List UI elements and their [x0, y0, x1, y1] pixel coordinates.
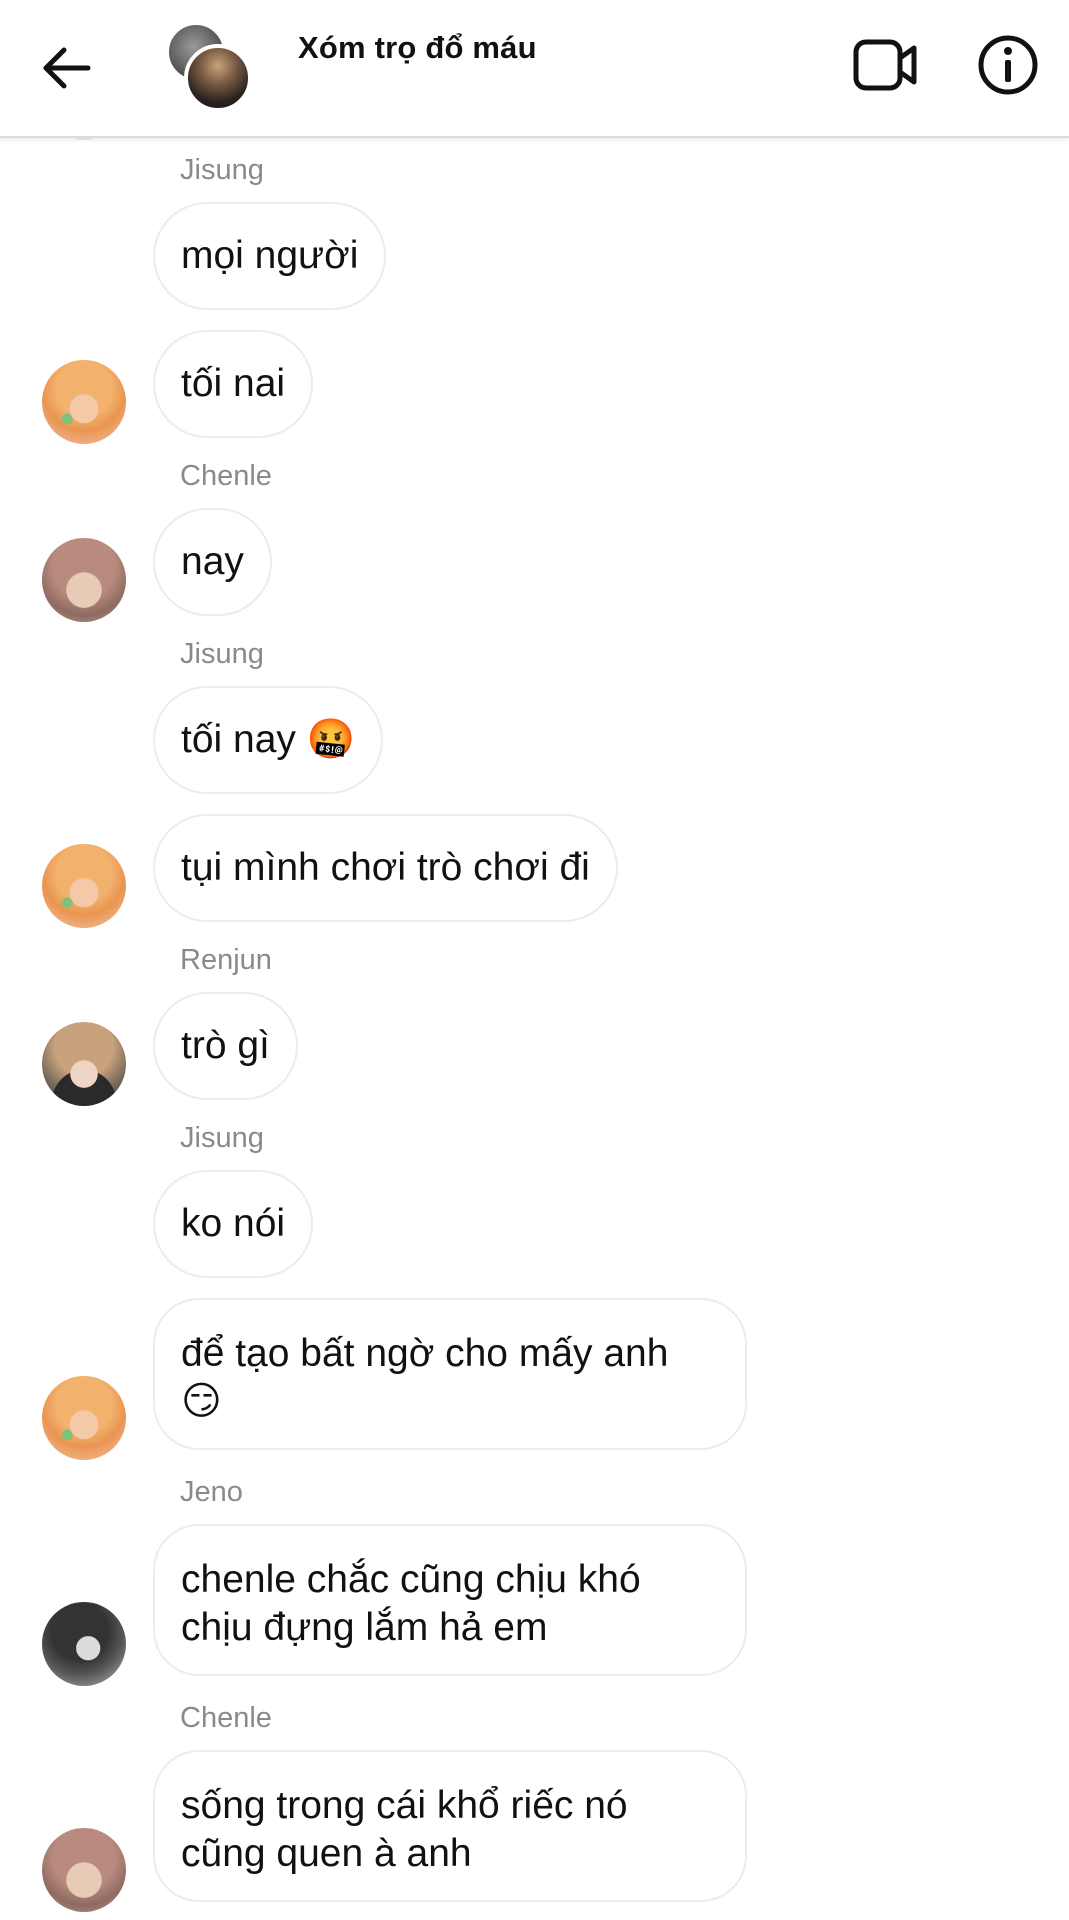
group-avatar-front [184, 44, 252, 112]
chat-header: Xóm trọ đổ máu [0, 0, 1069, 138]
group-avatar[interactable] [166, 22, 256, 112]
message-bubble[interactable]: trò gì [153, 992, 298, 1100]
message-bubble[interactable]: sống trong cái khổ riếc nó cũng quen à a… [153, 1750, 747, 1902]
message-text: tối nai [181, 362, 286, 405]
sender-name: Jeno [180, 1476, 243, 1508]
avatar-chenle[interactable] [42, 1828, 126, 1912]
sender-name: Renjun [180, 944, 272, 976]
avatar-jisung[interactable] [42, 844, 126, 928]
sender-name: Jisung [180, 638, 264, 670]
message-bubble[interactable]: tụi mình chơi trò chơi đi [153, 814, 618, 922]
sender-name: Chenle [180, 1702, 272, 1734]
message-bubble[interactable]: để tạo bất ngờ cho mấy anh 😏 [153, 1298, 747, 1450]
chat-title[interactable]: Xóm trọ đổ máu [298, 30, 537, 66]
avatar-chenle[interactable] [42, 538, 126, 622]
message-text: nay [181, 540, 244, 583]
message-text: ko nói [181, 1202, 286, 1245]
message-text: tụi mình chơi trò chơi đi [181, 846, 590, 889]
sender-name: Jisung [180, 154, 264, 186]
video-call-button[interactable] [852, 36, 920, 94]
message-text: trò gì [181, 1024, 270, 1067]
message-bubble[interactable]: chenle chắc cũng chịu khó chịu đựng lắm … [153, 1524, 747, 1676]
video-camera-icon [853, 39, 917, 91]
avatar-jeno[interactable] [42, 1602, 126, 1686]
message-text: sống trong cái khổ riếc nó cũng quen à a… [181, 1784, 628, 1875]
back-button[interactable] [36, 38, 96, 98]
message-bubble[interactable]: tối nay 🤬 [153, 686, 384, 794]
sender-name: Jisung [180, 1122, 264, 1154]
sender-name: Chenle [180, 460, 272, 492]
message-text: chenle chắc cũng chịu khó chịu đựng lắm … [181, 1558, 641, 1649]
message-bubble[interactable]: tối nai [153, 330, 314, 438]
message-text: mọi người [181, 234, 359, 277]
avatar-renjun[interactable] [42, 1022, 126, 1106]
message-bubble[interactable]: ko nói [153, 1170, 314, 1278]
arrow-left-icon [43, 47, 91, 89]
info-button[interactable] [976, 33, 1040, 97]
avatar-jisung[interactable] [42, 1376, 126, 1460]
message-list[interactable]: Jisung mọi người tối nai Chenle nay Jisu… [0, 0, 1069, 1920]
avatar-jisung[interactable] [42, 360, 126, 444]
message-text: để tạo bất ngờ cho mấy anh 😏 [181, 1332, 669, 1423]
message-text: tối nay 🤬 [181, 718, 356, 761]
info-icon [978, 35, 1038, 95]
message-bubble[interactable]: mọi người [153, 202, 387, 310]
message-bubble[interactable]: nay [153, 508, 272, 616]
